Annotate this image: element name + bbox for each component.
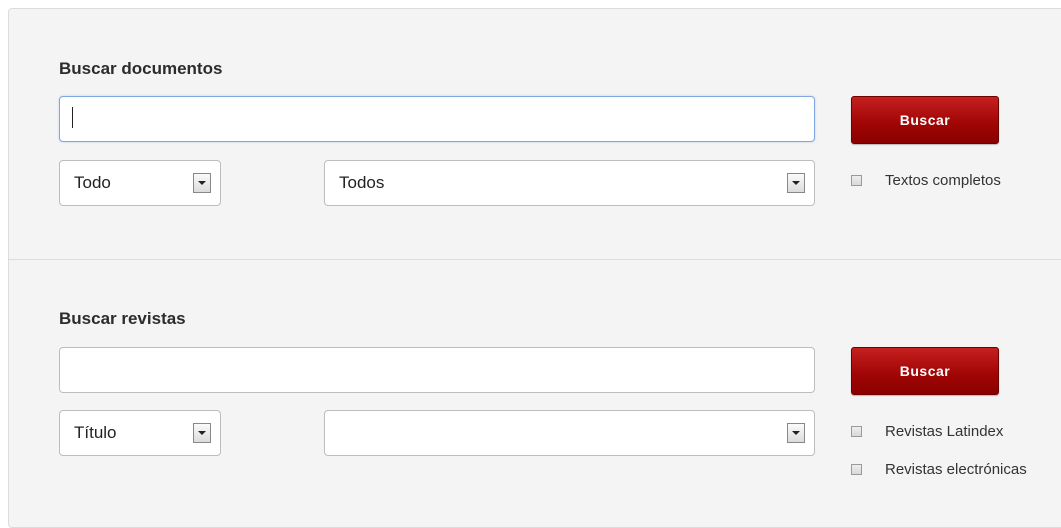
journals-section-title: Buscar revistas <box>59 309 186 328</box>
documents-scope-select[interactable]: Todos <box>324 160 815 206</box>
journals-search-input[interactable] <box>59 347 815 393</box>
electronic-label: Revistas electrónicas <box>885 461 1027 478</box>
text-cursor <box>72 107 73 128</box>
fulltext-checkbox[interactable] <box>851 175 862 186</box>
chevron-down-icon <box>193 173 211 193</box>
journals-field-select-value: Título <box>74 423 117 442</box>
chevron-down-icon <box>193 423 211 443</box>
documents-section-title: Buscar documentos <box>59 59 223 78</box>
documents-search-button[interactable]: Buscar <box>851 96 999 144</box>
electronic-checkbox[interactable] <box>851 464 862 475</box>
latindex-label: Revistas Latindex <box>885 423 1004 440</box>
fulltext-label: Textos completos <box>885 172 1001 189</box>
documents-field-select[interactable]: Todo <box>59 160 221 206</box>
chevron-down-icon <box>787 173 805 193</box>
journals-field-select[interactable]: Título <box>59 410 221 456</box>
journals-search-button[interactable]: Buscar <box>851 347 999 395</box>
journals-scope-select[interactable] <box>324 410 815 456</box>
documents-field-select-value: Todo <box>74 173 111 192</box>
latindex-checkbox[interactable] <box>851 426 862 437</box>
section-divider <box>9 259 1061 260</box>
chevron-down-icon <box>787 423 805 443</box>
documents-search-input[interactable] <box>59 96 815 142</box>
documents-scope-select-value: Todos <box>339 173 385 192</box>
